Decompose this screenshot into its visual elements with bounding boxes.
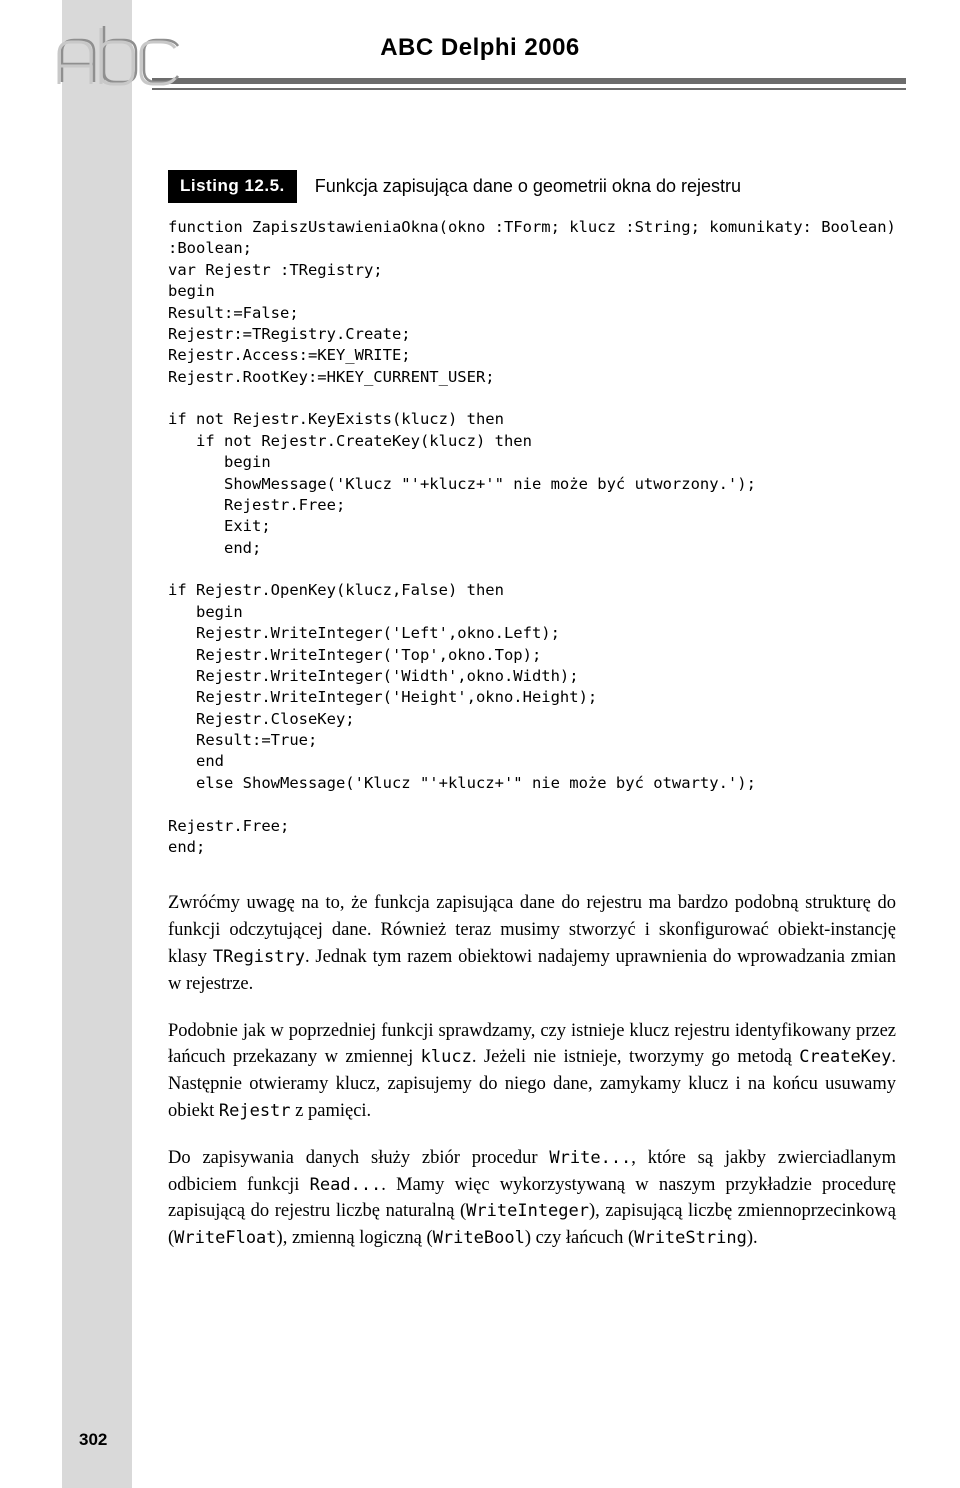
inline-code: klucz [421,1047,472,1067]
paragraph-2: Podobnie jak w poprzedniej funkcji spraw… [168,1018,896,1125]
inline-code: CreateKey [799,1047,891,1067]
inline-code: WriteFloat [174,1228,276,1248]
inline-code: WriteInteger [466,1201,589,1221]
text: . Jeżeli nie istnieje, tworzymy go metod… [472,1047,799,1067]
inline-code: WriteBool [433,1228,525,1248]
inline-code: WriteString [634,1228,747,1248]
inline-code: Write... [549,1148,631,1168]
text: ), zmienną logiczną ( [277,1228,433,1248]
text: z pamięci. [291,1101,372,1121]
main-content: Listing 12.5. Funkcja zapisująca dane o … [168,170,896,1272]
abc-logo [54,22,186,96]
inline-code: Rejestr [219,1101,291,1121]
side-stripe [62,0,132,1488]
page-number: 302 [79,1430,107,1450]
paragraph-1: Zwróćmy uwagę na to, że funkcja zapisują… [168,890,896,997]
inline-code: Read... [310,1175,382,1195]
listing-caption: Funkcja zapisująca dane o geometrii okna… [297,170,741,203]
header-divider [152,78,906,90]
listing-header: Listing 12.5. Funkcja zapisująca dane o … [168,170,896,203]
paragraph-3: Do zapisywania danych służy zbiór proced… [168,1145,896,1252]
text: ) czy łańcuch ( [525,1228,634,1248]
text: ). [747,1228,758,1248]
code-listing: function ZapiszUstawieniaOkna(okno :TFor… [168,217,896,858]
inline-code: TRegistry [213,947,305,967]
listing-badge: Listing 12.5. [168,170,297,203]
text: Do zapisywania danych służy zbiór proced… [168,1148,549,1168]
